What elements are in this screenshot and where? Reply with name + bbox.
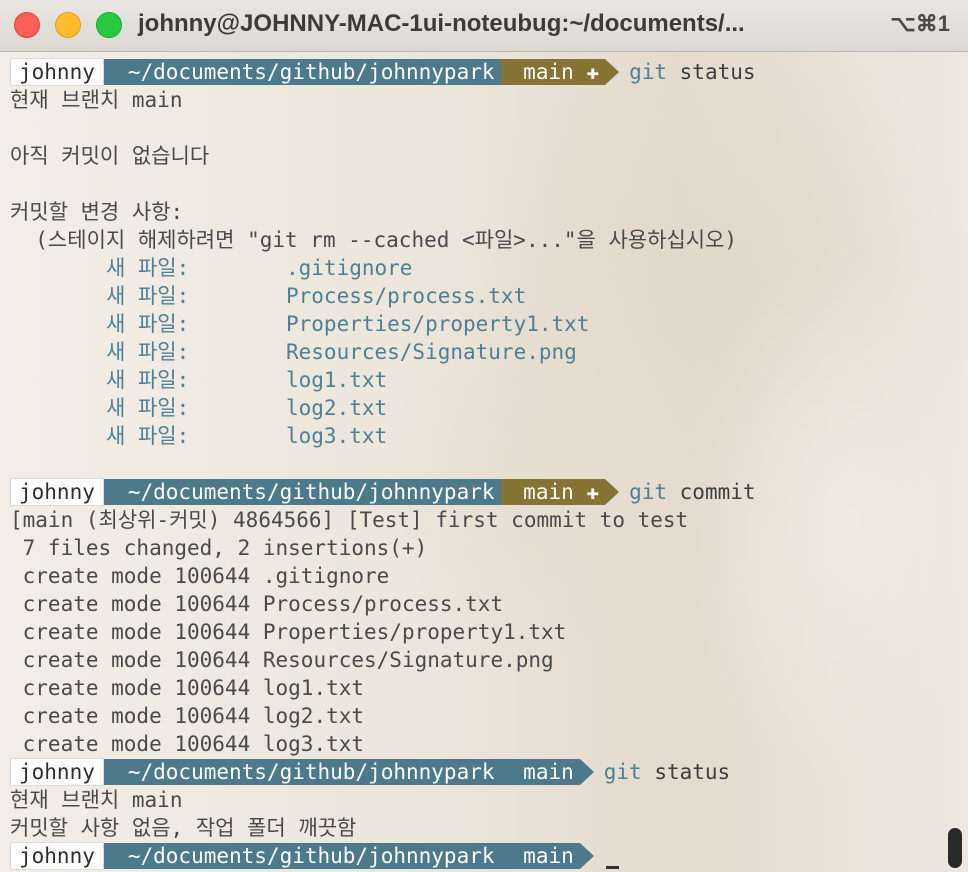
created-file-path: log1.txt — [262, 676, 365, 700]
create-mode-line: create mode 100644 log1.txt — [10, 674, 968, 702]
minimize-button[interactable] — [55, 12, 81, 38]
output-line: 7 files changed, 2 insertions(+) — [10, 536, 428, 560]
prompt-line: johnny ~/documents/github/johnnypark main… — [10, 58, 968, 86]
create-mode-prefix: create mode 100644 — [10, 676, 263, 700]
created-file-path: Resources/Signature.png — [262, 648, 554, 672]
prompt-dir: ~/documents/github/johnnypark — [103, 479, 501, 505]
create-mode-line: create mode 100644 log3.txt — [10, 730, 968, 758]
new-file-label: 새 파일: — [106, 396, 190, 420]
output-line: (스테이지 해제하려면 "git rm --cached <파일>..."을 사… — [10, 228, 738, 252]
output-line: 커밋할 변경 사항: — [10, 200, 184, 224]
new-file-path: .gitignore — [286, 256, 413, 280]
command: git commit — [629, 480, 756, 504]
create-mode-prefix: create mode 100644 — [10, 620, 263, 644]
prompt-user: johnny — [10, 758, 104, 786]
create-mode-prefix: create mode 100644 — [10, 592, 263, 616]
new-file-line: 새 파일: Properties/property1.txt — [10, 310, 968, 338]
terminal-window: johnny@JOHNNY-MAC-1ui-noteubug:~/documen… — [0, 0, 968, 872]
new-file-path: Resources/Signature.png — [286, 340, 577, 364]
created-file-path: log2.txt — [262, 704, 365, 728]
scrollbar-thumb[interactable] — [948, 828, 962, 868]
create-mode-prefix: create mode 100644 — [10, 732, 263, 756]
new-file-line: 새 파일: .gitignore — [10, 254, 968, 282]
output-line: 아직 커밋이 없습니다 — [10, 144, 210, 168]
new-file-label: 새 파일: — [106, 424, 190, 448]
created-file-path: log3.txt — [262, 732, 365, 756]
powerline-arrow — [605, 59, 620, 85]
new-file-line: 새 파일: log2.txt — [10, 394, 968, 422]
powerline-arrow — [579, 843, 594, 869]
prompt-dir: ~/documents/github/johnnypark — [103, 843, 501, 869]
terminal-output[interactable]: johnny ~/documents/github/johnnypark main… — [10, 58, 968, 870]
window-title: johnny@JOHNNY-MAC-1ui-noteubug:~/documen… — [138, 10, 745, 37]
prompt-dir: ~/documents/github/johnnypark — [103, 759, 501, 785]
output-line: 현재 브랜치 main — [10, 88, 183, 112]
create-mode-line: create mode 100644 Properties/property1.… — [10, 618, 968, 646]
zoom-button[interactable] — [96, 12, 122, 38]
prompt-git-branch: main ✚ — [500, 479, 606, 505]
text-cursor[interactable] — [605, 865, 619, 869]
window-shortcut: ⌥⌘1 — [890, 11, 950, 36]
new-file-label: 새 파일: — [106, 256, 190, 280]
create-mode-line: create mode 100644 log2.txt — [10, 702, 968, 730]
output-line: [main (최상위-커밋) 4864566] [Test] first com… — [10, 508, 689, 532]
new-file-line: 새 파일: Process/process.txt — [10, 282, 968, 310]
new-file-label: 새 파일: — [106, 284, 190, 308]
new-file-path: log1.txt — [286, 368, 388, 392]
new-file-label: 새 파일: — [106, 340, 190, 364]
prompt-line: johnny ~/documents/github/johnnypark main… — [10, 758, 968, 786]
powerline-arrow — [579, 759, 594, 785]
prompt-user: johnny — [10, 58, 104, 86]
new-file-path: Properties/property1.txt — [286, 312, 590, 336]
prompt-dir: ~/documents/github/johnnypark — [103, 59, 501, 85]
created-file-path: .gitignore — [262, 564, 390, 588]
command: git status — [629, 60, 756, 84]
prompt-line: johnny ~/documents/github/johnnypark main… — [10, 478, 968, 506]
prompt-git-branch: main — [500, 759, 580, 785]
create-mode-prefix: create mode 100644 — [10, 564, 263, 588]
new-file-path: Process/process.txt — [286, 284, 527, 308]
powerline-arrow — [605, 479, 620, 505]
new-file-label: 새 파일: — [106, 312, 190, 336]
new-file-line: 새 파일: log1.txt — [10, 366, 968, 394]
create-mode-prefix: create mode 100644 — [10, 704, 263, 728]
command: git status — [603, 760, 731, 784]
create-mode-line: create mode 100644 Process/process.txt — [10, 590, 968, 618]
dirty-icon: ✚ — [586, 480, 600, 504]
new-file-path: log2.txt — [286, 396, 388, 420]
prompt-line[interactable]: johnny ~/documents/github/johnnypark main — [10, 842, 968, 870]
new-file-label: 새 파일: — [106, 368, 190, 392]
prompt-user: johnny — [10, 478, 104, 506]
created-file-path: Process/process.txt — [262, 592, 504, 616]
created-file-path: Properties/property1.txt — [262, 620, 567, 644]
dirty-icon: ✚ — [586, 60, 600, 84]
output-line: 현재 브랜치 main — [10, 788, 183, 812]
close-button[interactable] — [14, 12, 40, 38]
new-file-path: log3.txt — [286, 424, 388, 448]
create-mode-line: create mode 100644 .gitignore — [10, 562, 968, 590]
create-mode-prefix: create mode 100644 — [10, 648, 263, 672]
new-file-line: 새 파일: log3.txt — [10, 422, 968, 450]
prompt-git-branch: main ✚ — [500, 59, 606, 85]
create-mode-line: create mode 100644 Resources/Signature.p… — [10, 646, 968, 674]
output-line: 커밋할 사항 없음, 작업 폴더 깨끗함 — [10, 816, 357, 840]
new-file-line: 새 파일: Resources/Signature.png — [10, 338, 968, 366]
prompt-git-branch: main — [500, 843, 580, 869]
prompt-user: johnny — [10, 842, 104, 870]
title-bar[interactable]: johnny@JOHNNY-MAC-1ui-noteubug:~/documen… — [0, 0, 968, 52]
